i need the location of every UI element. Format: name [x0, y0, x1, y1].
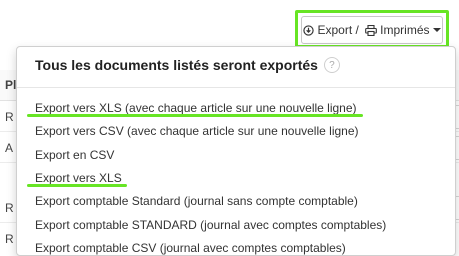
- export-dropdown-menu: Tous les documents listés seront exporté…: [16, 46, 456, 256]
- button-highlight-box: [295, 10, 449, 48]
- menu-item-export-csv[interactable]: Export en CSV: [35, 147, 114, 163]
- menu-item-export-standard-no-account[interactable]: Export comptable Standard (journal sans …: [35, 193, 358, 209]
- highlight-underline: [27, 114, 363, 117]
- divider: [17, 87, 455, 88]
- help-icon[interactable]: ?: [323, 57, 340, 73]
- dropdown-title-text: Tous les documents listés seront exporté…: [35, 57, 318, 73]
- row-cell: R: [5, 110, 14, 124]
- row-cell: R: [5, 232, 14, 246]
- menu-item-export-csv-accounts[interactable]: Export comptable CSV (journal avec compt…: [35, 240, 346, 256]
- dropdown-title: Tous les documents listés seront exporté…: [35, 57, 340, 73]
- menu-item-export-standard-accounts[interactable]: Export comptable STANDARD (journal avec …: [35, 217, 386, 233]
- highlight-underline: [27, 184, 127, 187]
- row-cell: A: [5, 141, 14, 155]
- row-cell: R: [5, 201, 14, 215]
- column-header: Pl: [5, 78, 17, 92]
- menu-item-export-csv-lines[interactable]: Export vers CSV (avec chaque article sur…: [35, 123, 359, 139]
